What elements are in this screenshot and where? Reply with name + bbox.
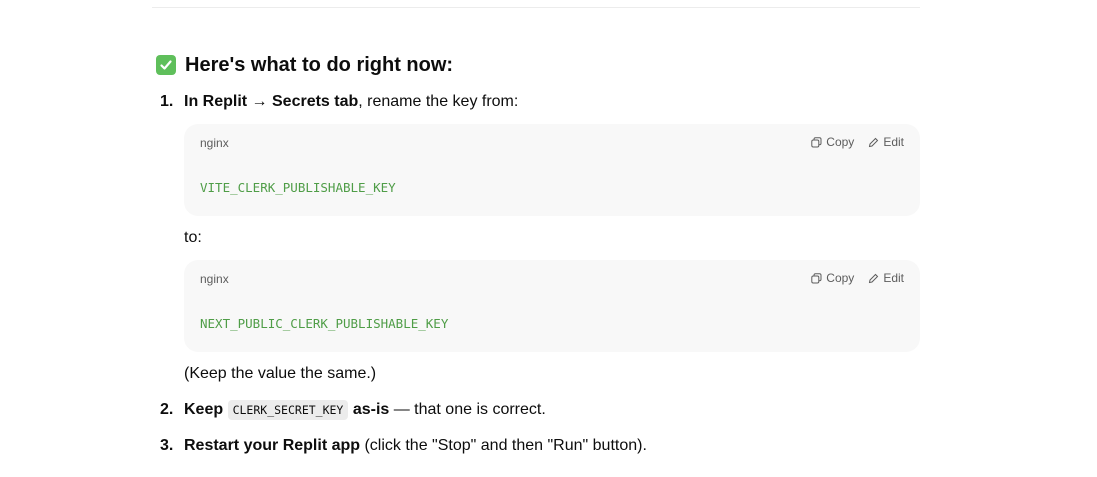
list-number: 1. [160,93,174,110]
list-number: 2. [160,401,174,418]
to-label: to: [184,229,202,246]
code-content: NEXT_PUBLIC_CLERK_PUBLISHABLE_KEY [200,316,449,331]
check-mark-button-icon [156,55,176,75]
pencil-icon [869,137,879,147]
step-bold: Restart your Replit app [184,437,361,454]
step-text: In Replit → Secrets tab, rename the key … [184,91,518,113]
step-rest: (click the "Stop" and then "Run" button)… [360,437,647,454]
edit-label: Edit [883,271,904,285]
step-bold-asis: as-is [352,401,390,418]
copy-button[interactable]: Copy [811,271,854,285]
code-actions: Copy Edit [811,135,904,149]
step-text: Keep CLERK_SECRET_KEY as-is — that one i… [184,399,546,421]
code-block-to: nginx Copy Edit NEXT_PUBLIC_CLERK_PUBLIS… [184,260,920,352]
edit-button[interactable]: Edit [868,271,904,285]
note-text: (Keep the value the same.) [184,365,377,382]
copy-label: Copy [826,135,855,149]
inline-code: CLERK_SECRET_KEY [227,400,349,420]
code-language-label: nginx [200,272,229,286]
step-rest: — that one is correct. [389,401,546,418]
heading-text: Here's what to do right now: [185,53,454,76]
copy-icon [811,136,822,147]
step-text: Restart your Replit app (click the "Stop… [184,435,647,457]
list-number: 3. [160,437,174,454]
code-content: VITE_CLERK_PUBLISHABLE_KEY [200,180,396,195]
section-heading: Here's what to do right now: [156,52,453,78]
code-block-from: nginx Copy Edit VITE_CLERK_PUBLISHABLE_K… [184,124,920,216]
step-bold: In Replit → Secrets tab [184,93,359,110]
copy-button[interactable]: Copy [811,135,854,149]
edit-label: Edit [883,135,904,149]
step-bold: Keep [184,401,224,418]
code-language-label: nginx [200,136,229,150]
edit-button[interactable]: Edit [868,135,904,149]
pencil-icon [869,273,879,283]
copy-label: Copy [826,271,855,285]
code-actions: Copy Edit [811,271,904,285]
top-divider [152,7,920,8]
step-rest: , rename the key from: [358,93,519,110]
copy-icon [811,272,822,283]
